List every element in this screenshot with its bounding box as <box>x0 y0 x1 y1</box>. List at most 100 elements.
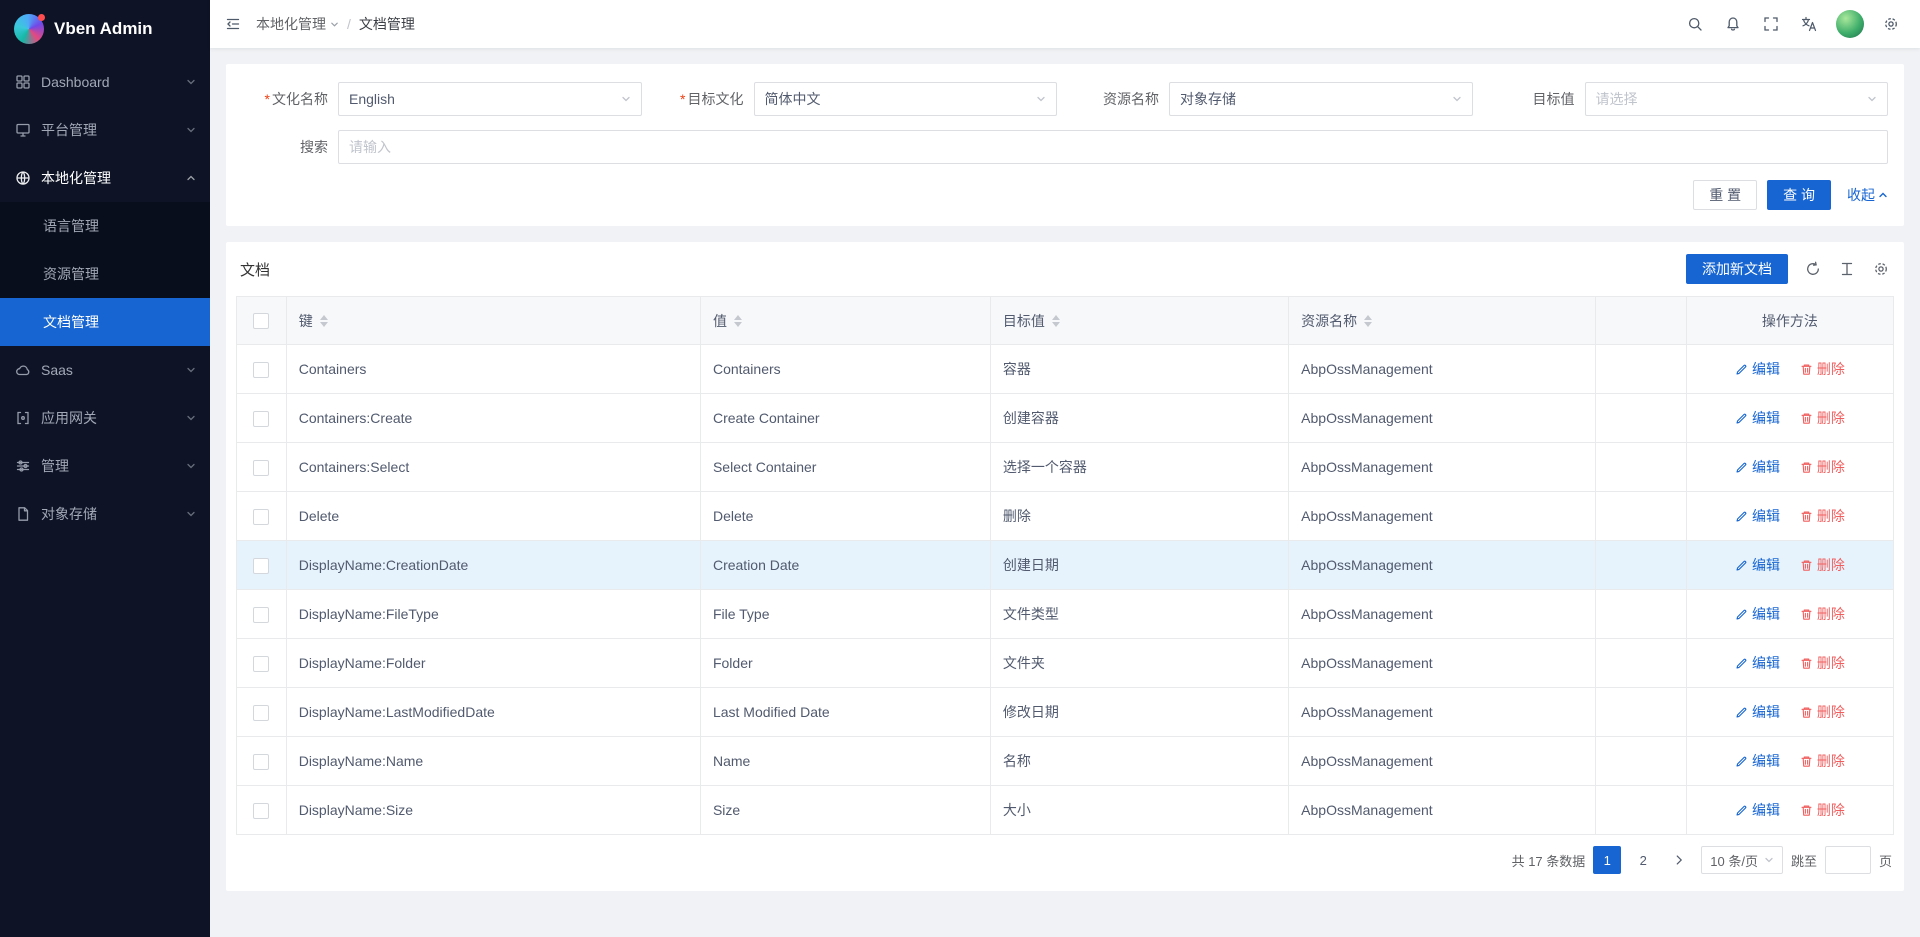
sidebar-item-document-management[interactable]: 文档管理 <box>0 298 210 346</box>
table-row[interactable]: Containers:Create Create Container 创建容器 … <box>237 394 1894 443</box>
sidebar-item-platform[interactable]: 平台管理 <box>0 106 210 154</box>
table-row[interactable]: Containers Containers 容器 AbpOssManagemen… <box>237 345 1894 394</box>
edit-button[interactable]: 编辑 <box>1735 359 1780 379</box>
page-2-button[interactable]: 2 <box>1629 846 1657 874</box>
pencil-icon <box>1735 804 1748 817</box>
table-row[interactable]: DisplayName:Size Size 大小 AbpOssManagemen… <box>237 786 1894 835</box>
sidebar-item-dashboard[interactable]: Dashboard <box>0 58 210 106</box>
fullscreen-icon[interactable] <box>1752 0 1790 48</box>
sidebar-item-gateway[interactable]: 应用网关 <box>0 394 210 442</box>
page-size-select[interactable]: 10 条/页 <box>1701 846 1783 874</box>
table-header-row: 键 值 目标值 资源名 <box>237 297 1894 345</box>
sort-icon[interactable] <box>1052 315 1060 327</box>
row-checkbox[interactable] <box>253 362 269 378</box>
edit-button[interactable]: 编辑 <box>1735 408 1780 428</box>
sidebar-item-saas[interactable]: Saas <box>0 346 210 394</box>
sidebar-item-localization[interactable]: 本地化管理 <box>0 154 210 202</box>
table-row[interactable]: DisplayName:LastModifiedDate Last Modifi… <box>237 688 1894 737</box>
table-row[interactable]: DisplayName:FileType File Type 文件类型 AbpO… <box>237 590 1894 639</box>
search-input[interactable] <box>338 130 1888 164</box>
bell-icon[interactable] <box>1714 0 1752 48</box>
delete-button[interactable]: 删除 <box>1800 457 1845 477</box>
row-height-icon[interactable] <box>1838 260 1856 278</box>
row-checkbox[interactable] <box>253 705 269 721</box>
column-settings-icon[interactable] <box>1872 260 1890 278</box>
column-header-target-value[interactable]: 目标值 <box>990 297 1288 345</box>
edit-button[interactable]: 编辑 <box>1735 604 1780 624</box>
pencil-icon <box>1735 363 1748 376</box>
resource-name-select[interactable]: 对象存储 <box>1169 82 1473 116</box>
culture-name-select[interactable]: English <box>338 82 642 116</box>
delete-button[interactable]: 删除 <box>1800 506 1845 526</box>
delete-button[interactable]: 删除 <box>1800 359 1845 379</box>
breadcrumb-parent[interactable]: 本地化管理 <box>256 14 339 34</box>
cell-target-value: 容器 <box>990 345 1288 394</box>
cell-actions: 编辑 删除 <box>1686 737 1893 786</box>
add-document-button[interactable]: 添加新文档 <box>1686 254 1788 284</box>
sidebar-item-resource-management[interactable]: 资源管理 <box>0 250 210 298</box>
sort-icon[interactable] <box>1364 315 1372 327</box>
next-page-button[interactable] <box>1665 846 1693 874</box>
refresh-icon[interactable] <box>1804 260 1822 278</box>
row-checkbox[interactable] <box>253 607 269 623</box>
row-checkbox[interactable] <box>253 656 269 672</box>
row-checkbox[interactable] <box>253 803 269 819</box>
menu-fold-icon[interactable] <box>210 0 256 48</box>
edit-button[interactable]: 编辑 <box>1735 555 1780 575</box>
column-header-resource-name[interactable]: 资源名称 <box>1289 297 1596 345</box>
target-value-select[interactable]: 请选择 <box>1585 82 1889 116</box>
edit-button[interactable]: 编辑 <box>1735 751 1780 771</box>
table-row[interactable]: Delete Delete 删除 AbpOssManagement 编辑 删除 <box>237 492 1894 541</box>
delete-button[interactable]: 删除 <box>1800 604 1845 624</box>
main-area: 本地化管理 / 文档管理 <box>210 0 1920 937</box>
edit-label: 编辑 <box>1752 408 1780 428</box>
edit-label: 编辑 <box>1752 604 1780 624</box>
edit-button[interactable]: 编辑 <box>1735 653 1780 673</box>
page-1-button[interactable]: 1 <box>1593 846 1621 874</box>
table-row[interactable]: DisplayName:Name Name 名称 AbpOssManagemen… <box>237 737 1894 786</box>
row-checkbox[interactable] <box>253 509 269 525</box>
pencil-icon <box>1735 412 1748 425</box>
cell-value: Create Container <box>700 394 990 443</box>
sort-icon[interactable] <box>320 315 328 327</box>
cell-value: Select Container <box>700 443 990 492</box>
delete-button[interactable]: 删除 <box>1800 702 1845 722</box>
settings-icon[interactable] <box>1872 0 1910 48</box>
delete-button[interactable]: 删除 <box>1800 653 1845 673</box>
table-row[interactable]: Containers:Select Select Container 选择一个容… <box>237 443 1894 492</box>
breadcrumb-parent-label: 本地化管理 <box>256 14 326 34</box>
delete-button[interactable]: 删除 <box>1800 408 1845 428</box>
select-all-checkbox[interactable] <box>253 313 269 329</box>
search-icon[interactable] <box>1676 0 1714 48</box>
sidebar-item-object-storage[interactable]: 对象存储 <box>0 490 210 538</box>
row-checkbox[interactable] <box>253 754 269 770</box>
table-row[interactable]: DisplayName:CreationDate Creation Date 创… <box>237 541 1894 590</box>
translate-icon[interactable] <box>1790 0 1828 48</box>
edit-button[interactable]: 编辑 <box>1735 506 1780 526</box>
target-culture-select[interactable]: 简体中文 <box>754 82 1058 116</box>
cell-target-value: 创建日期 <box>990 541 1288 590</box>
query-button[interactable]: 查 询 <box>1767 180 1831 210</box>
row-checkbox[interactable] <box>253 411 269 427</box>
table-row[interactable]: DisplayName:Folder Folder 文件夹 AbpOssMana… <box>237 639 1894 688</box>
edit-button[interactable]: 编辑 <box>1735 800 1780 820</box>
column-header-key[interactable]: 键 <box>286 297 700 345</box>
row-checkbox[interactable] <box>253 460 269 476</box>
pagination: 共 17 条数据 1 2 10 条/页 跳至 页 <box>236 835 1894 885</box>
column-header-value[interactable]: 值 <box>700 297 990 345</box>
delete-button[interactable]: 删除 <box>1800 555 1845 575</box>
app-logo[interactable]: Vben Admin <box>0 0 210 58</box>
delete-button[interactable]: 删除 <box>1800 751 1845 771</box>
collapse-toggle[interactable]: 收起 <box>1847 185 1888 205</box>
jump-page-input[interactable] <box>1825 846 1871 874</box>
row-checkbox-cell <box>237 688 287 737</box>
edit-button[interactable]: 编辑 <box>1735 702 1780 722</box>
avatar[interactable] <box>1836 10 1864 38</box>
edit-button[interactable]: 编辑 <box>1735 457 1780 477</box>
row-checkbox[interactable] <box>253 558 269 574</box>
delete-button[interactable]: 删除 <box>1800 800 1845 820</box>
sort-icon[interactable] <box>734 315 742 327</box>
reset-button[interactable]: 重 置 <box>1693 180 1757 210</box>
sidebar-item-language-management[interactable]: 语言管理 <box>0 202 210 250</box>
sidebar-item-management[interactable]: 管理 <box>0 442 210 490</box>
